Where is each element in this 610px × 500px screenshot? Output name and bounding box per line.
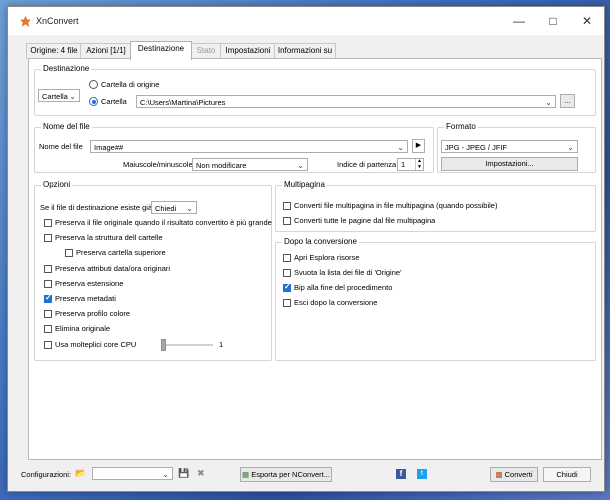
cpu-value: 1 xyxy=(219,340,224,349)
cpu-slider-track[interactable] xyxy=(161,344,213,346)
checkbox-multipage-convert[interactable] xyxy=(283,202,291,210)
radio-cartella-origine[interactable] xyxy=(89,80,98,89)
destination-path-input[interactable]: C:\Users\Martina\Pictures ⌄ xyxy=(136,95,556,108)
twitter-icon[interactable]: t xyxy=(417,469,427,479)
checkbox-preserve-original[interactable] xyxy=(44,219,52,227)
case-select[interactable]: Non modificare ⌄ xyxy=(192,158,308,171)
checkbox-convert-all-pages[interactable] xyxy=(283,217,291,225)
radio-cartella[interactable] xyxy=(89,97,98,106)
multipage-convert-label: Converti file multipagina in file multip… xyxy=(294,201,498,210)
tab-origine[interactable]: Origine: 4 file xyxy=(26,43,82,59)
opzioni-legend: Opzioni xyxy=(41,180,73,189)
folder-open-icon[interactable]: 📂 xyxy=(75,468,86,478)
tab-impostazioni[interactable]: Impostazioni xyxy=(220,43,276,59)
checkbox-preserve-datetime[interactable] xyxy=(44,265,52,273)
tab-informazioni[interactable]: Informazioni su xyxy=(274,43,336,59)
checkbox-delete-original[interactable] xyxy=(44,325,52,333)
convert-icon: ▩ xyxy=(495,470,503,479)
insert-variable-button[interactable]: ▶ xyxy=(412,139,425,153)
checkbox-preserve-structure[interactable] xyxy=(44,234,52,242)
formato-legend: Formato xyxy=(444,122,478,131)
case-label: Maiuscole/minuscole xyxy=(123,160,193,169)
config-label: Configurazioni: xyxy=(21,470,72,479)
nome-file-group: Nome del file Nome del file Image## ⌄ ▶ M… xyxy=(34,122,434,173)
checkbox-preserve-metadata[interactable] xyxy=(44,293,52,303)
open-explorer-label: Apri Esplora risorse xyxy=(294,253,360,262)
checkbox-clear-origin-list[interactable] xyxy=(283,269,291,277)
format-select[interactable]: JPG - JPEG / JFIF ⌄ xyxy=(441,140,578,153)
chevron-down-icon: ⌄ xyxy=(567,143,574,152)
start-index-label: Indice di partenza xyxy=(337,160,397,169)
destinazione-group: Destinazione Cartella ⌄ Cartella di origi… xyxy=(34,64,596,116)
preserve-extension-label: Preserva estensione xyxy=(55,279,124,288)
formato-group: Formato JPG - JPEG / JFIF ⌄ Impostazioni.… xyxy=(437,122,596,173)
chevron-down-icon: ⌄ xyxy=(297,161,304,170)
beep-at-end-label: Bip alla fine del procedimento xyxy=(294,283,393,292)
exit-after-label: Esci dopo la conversione xyxy=(294,298,378,307)
preserve-parent-label: Preserva cartella superiore xyxy=(76,248,166,257)
export-nconvert-button[interactable]: ▦ Esporta per NConvert... xyxy=(240,467,332,482)
checkbox-open-explorer[interactable] xyxy=(283,254,291,262)
cpu-slider-handle[interactable] xyxy=(161,339,166,351)
checkbox-multi-core[interactable] xyxy=(44,341,52,349)
save-icon[interactable]: 💾 xyxy=(178,468,189,478)
format-settings-button[interactable]: Impostazioni... xyxy=(441,157,578,171)
preserve-metadata-label: Preserva metadati xyxy=(55,294,116,303)
checkbox-preserve-parent[interactable] xyxy=(65,249,73,257)
maximize-icon[interactable]: □ xyxy=(536,7,570,35)
multipagina-group: Multipagina Converti file multipagina in… xyxy=(275,180,596,232)
delete-original-label: Elimina originale xyxy=(55,324,111,333)
dopo-legend: Dopo la conversione xyxy=(282,237,359,246)
export-icon: ▦ xyxy=(242,470,250,479)
checkbox-preserve-color-profile[interactable] xyxy=(44,310,52,318)
preserve-structure-label: Preserva la struttura dell cartelle xyxy=(55,233,163,242)
clear-origin-list-label: Svuota la lista dei file di 'Origine' xyxy=(294,268,402,277)
chevron-down-icon: ⌄ xyxy=(69,92,76,101)
checkbox-beep-at-end[interactable] xyxy=(283,282,291,292)
minimize-icon[interactable]: — xyxy=(502,7,536,35)
title-bar[interactable]: XnConvert — □ ✕ xyxy=(8,7,604,35)
multipagina-legend: Multipagina xyxy=(282,180,327,189)
convert-button[interactable]: ▩ Converti xyxy=(490,467,538,482)
file-exists-select[interactable]: Chiedi ⌄ xyxy=(151,201,197,214)
radio-folder-label: Cartella xyxy=(101,97,127,106)
tab-azioni[interactable]: Azioni [1/1] xyxy=(80,43,132,59)
destinazione-legend: Destinazione xyxy=(41,64,92,73)
radio-origin-label: Cartella di origine xyxy=(101,80,160,89)
app-window: XnConvert — □ ✕ Origine: 4 file Azioni [… xyxy=(7,6,605,492)
file-exists-label: Se il file di destinazione esiste già xyxy=(40,203,153,212)
chevron-down-icon: ⌄ xyxy=(397,143,404,152)
close-button[interactable]: Chiudi xyxy=(543,467,591,482)
xnconvert-logo-icon xyxy=(20,16,31,27)
convert-all-pages-label: Converti tutte le pagine dal file multip… xyxy=(294,216,436,225)
play-arrow-icon: ▶ xyxy=(415,142,422,149)
dopo-conversione-group: Dopo la conversione Apri Esplora risorse… xyxy=(275,237,596,361)
close-icon[interactable]: ✕ xyxy=(570,7,604,35)
config-select[interactable]: ⌄ xyxy=(92,467,173,480)
spinner-arrows-icon: ▲ ▼ xyxy=(415,158,423,170)
opzioni-group: Opzioni Se il file di destinazione esist… xyxy=(34,180,272,361)
chevron-down-icon: ⌄ xyxy=(186,204,193,213)
preserve-original-label: Preserva il file originale quando il ris… xyxy=(55,218,272,227)
bottom-toolbar: Configurazioni: 📂 ⌄ 💾 ✖ ▦ Esporta per NC… xyxy=(8,460,604,491)
nome-file-legend: Nome del file xyxy=(41,122,92,131)
start-index-spinner[interactable]: 1 ▲ ▼ xyxy=(397,158,424,171)
chevron-down-icon: ⌄ xyxy=(162,470,169,479)
multi-core-label: Usa molteplici core CPU xyxy=(55,340,137,349)
facebook-icon[interactable]: f xyxy=(396,469,406,479)
browse-button[interactable]: ... xyxy=(560,94,575,108)
window-title: XnConvert xyxy=(36,16,79,26)
preserve-datetime-label: Preserva attributi data/ora originari xyxy=(55,264,171,273)
filename-input[interactable]: Image## ⌄ xyxy=(90,140,408,153)
preserve-color-profile-label: Preserva profilo colore xyxy=(55,309,131,318)
filename-label: Nome del file xyxy=(39,142,83,151)
tab-destinazione[interactable]: Destinazione xyxy=(130,41,192,60)
checkbox-preserve-extension[interactable] xyxy=(44,280,52,288)
checkbox-exit-after[interactable] xyxy=(283,299,291,307)
destination-mode-select[interactable]: Cartella ⌄ xyxy=(38,89,80,102)
tab-stato[interactable]: Stato xyxy=(190,43,222,59)
destination-panel: Destinazione Cartella ⌄ Cartella di origi… xyxy=(28,58,602,460)
delete-icon[interactable]: ✖ xyxy=(197,468,205,478)
chevron-down-icon: ⌄ xyxy=(545,98,552,107)
